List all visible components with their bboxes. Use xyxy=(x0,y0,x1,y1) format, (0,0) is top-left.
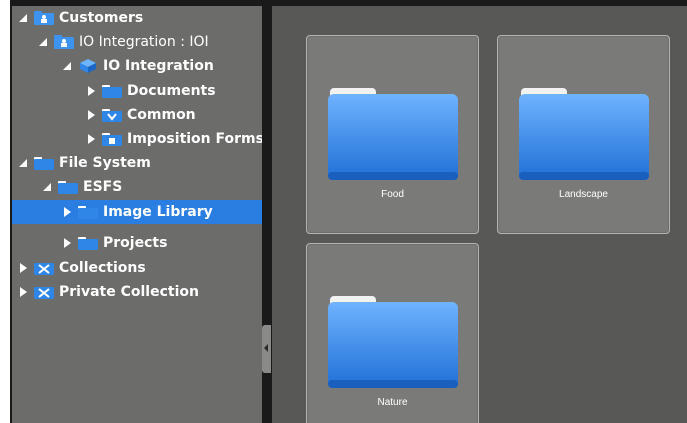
collapse-handle[interactable] xyxy=(262,325,271,373)
tree-item-label: Image Library xyxy=(103,204,213,220)
tree-item-label: IO Integration xyxy=(103,58,214,74)
folder-icon xyxy=(102,84,122,98)
shared-folder-icon xyxy=(102,108,122,122)
forms-folder-icon xyxy=(102,132,122,146)
folder-grid: Food Landscape Nature xyxy=(272,6,687,423)
expand-triangle-icon[interactable] xyxy=(42,181,54,193)
folder-icon xyxy=(34,156,54,170)
folder-tile-nature[interactable]: Nature xyxy=(306,243,479,423)
customer-icon xyxy=(34,11,54,25)
expand-triangle-icon[interactable] xyxy=(86,109,98,121)
folder-tile-label: Nature xyxy=(377,397,408,408)
folder-icon xyxy=(78,236,98,250)
tree-item-label: Imposition Forms xyxy=(127,131,262,147)
tree-item-image-library[interactable]: Image Library xyxy=(12,200,262,224)
tree-item-collections[interactable]: Collections xyxy=(12,256,262,280)
collection-icon xyxy=(34,261,54,275)
tree-item-label: Projects xyxy=(103,235,168,251)
tree-item-label: ESFS xyxy=(83,179,123,195)
tree-item-label: Documents xyxy=(127,83,216,99)
tree-item-label: Customers xyxy=(59,10,144,26)
tree-item-io-integration-ioi[interactable]: IO Integration : IOI xyxy=(12,30,262,54)
tree-item-label: File System xyxy=(59,155,151,171)
expand-triangle-icon[interactable] xyxy=(18,12,30,24)
tree-item-io-integration[interactable]: IO Integration xyxy=(12,54,262,78)
expand-triangle-icon[interactable] xyxy=(62,60,74,72)
collection-icon xyxy=(34,285,54,299)
folder-icon xyxy=(78,205,98,219)
expand-triangle-icon[interactable] xyxy=(62,237,74,249)
tree-item-imposition-forms[interactable]: Imposition Forms xyxy=(12,127,262,151)
folder-tile-label: Food xyxy=(381,189,404,200)
folder-tile-food[interactable]: Food xyxy=(306,35,479,234)
tree-item-label: IO Integration : IOI xyxy=(79,34,209,50)
folder-tree[interactable]: Customers IO Integration : IOI IO Integr… xyxy=(12,6,262,423)
tree-item-label: Private Collection xyxy=(59,284,199,300)
tree-item-private-collection[interactable]: Private Collection xyxy=(12,280,262,304)
tree-item-customers[interactable]: Customers xyxy=(12,6,262,30)
folder-icon xyxy=(519,86,649,186)
expand-triangle-icon[interactable] xyxy=(86,85,98,97)
expand-triangle-icon[interactable] xyxy=(18,262,30,274)
tree-item-documents[interactable]: Documents xyxy=(12,79,262,103)
expand-triangle-icon[interactable] xyxy=(38,36,50,48)
expand-triangle-icon[interactable] xyxy=(86,133,98,145)
folder-tile-landscape[interactable]: Landscape xyxy=(497,35,670,234)
tree-item-label: Common xyxy=(127,107,196,123)
folder-tile-label: Landscape xyxy=(559,189,608,200)
folder-icon xyxy=(328,86,458,186)
expand-triangle-icon[interactable] xyxy=(62,206,74,218)
tree-item-esfs[interactable]: ESFS xyxy=(12,175,262,199)
folder-icon xyxy=(328,294,458,394)
customer-icon xyxy=(54,35,74,49)
tree-item-common[interactable]: Common xyxy=(12,103,262,127)
folder-icon xyxy=(58,180,78,194)
expand-triangle-icon[interactable] xyxy=(18,157,30,169)
expand-triangle-icon[interactable] xyxy=(18,286,30,298)
tree-item-projects[interactable]: Projects xyxy=(12,231,262,255)
cube-icon xyxy=(78,59,98,73)
tree-item-file-system[interactable]: File System xyxy=(12,151,262,175)
tree-item-label: Collections xyxy=(59,260,146,276)
